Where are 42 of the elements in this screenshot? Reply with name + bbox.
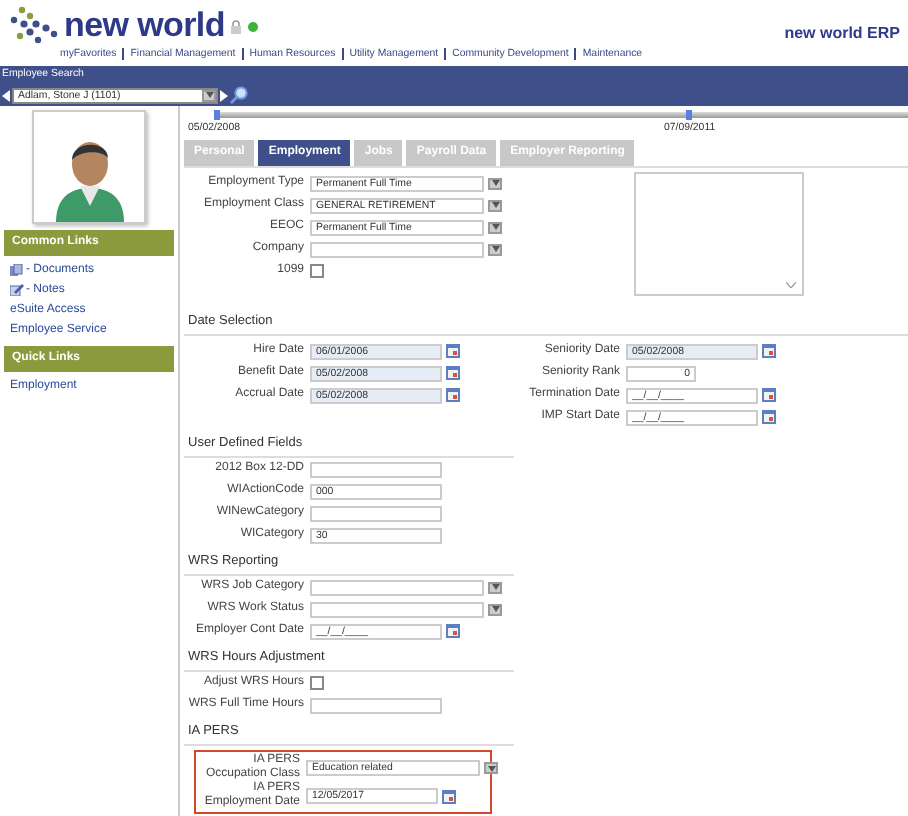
product-title: new world ERP	[784, 24, 900, 46]
calendar-icon[interactable]	[446, 344, 460, 358]
dropdown-field[interactable]	[310, 601, 484, 617]
text-field[interactable]	[310, 461, 442, 477]
text-field[interactable]	[310, 697, 442, 713]
dropdown-button[interactable]	[488, 581, 502, 593]
timeline-marker[interactable]	[685, 110, 692, 120]
calendar-icon[interactable]	[442, 789, 456, 803]
checkbox[interactable]	[310, 676, 324, 690]
caret-icon	[491, 202, 499, 208]
notes-icon	[10, 284, 24, 296]
dropdown-button[interactable]	[488, 603, 502, 615]
caret-icon	[491, 224, 499, 230]
calendar-icon[interactable]	[762, 388, 776, 402]
lock-icon	[230, 19, 243, 33]
text-field[interactable]	[310, 505, 442, 521]
dropdown-field[interactable]	[310, 241, 484, 257]
calendar-icon[interactable]	[446, 366, 460, 380]
calendar-icon[interactable]	[762, 344, 776, 358]
dropdown-button[interactable]	[484, 762, 498, 774]
dropdown-button[interactable]	[488, 177, 502, 189]
checkbox[interactable]	[310, 264, 324, 278]
calendar-icon[interactable]	[446, 388, 460, 402]
dropdown-button[interactable]	[488, 243, 502, 255]
caret-icon	[491, 606, 499, 612]
caret-icon	[487, 765, 495, 771]
logo-icon	[10, 6, 58, 46]
brand-name: new world	[64, 8, 225, 44]
timeline-marker[interactable]	[214, 110, 220, 120]
calendar-icon[interactable]	[762, 410, 776, 424]
caret-icon	[491, 584, 499, 590]
dropdown-button[interactable]	[488, 199, 502, 211]
search-icon[interactable]	[230, 86, 248, 104]
documents-icon	[10, 264, 24, 276]
status-dot-icon	[248, 21, 259, 31]
caret-icon	[491, 246, 499, 252]
caret-icon	[205, 92, 213, 98]
calendar-icon[interactable]	[446, 624, 460, 638]
chevron-down-icon	[786, 282, 796, 288]
dropdown-field[interactable]	[310, 579, 484, 595]
dropdown-button[interactable]	[488, 221, 502, 233]
caret-icon	[491, 180, 499, 186]
